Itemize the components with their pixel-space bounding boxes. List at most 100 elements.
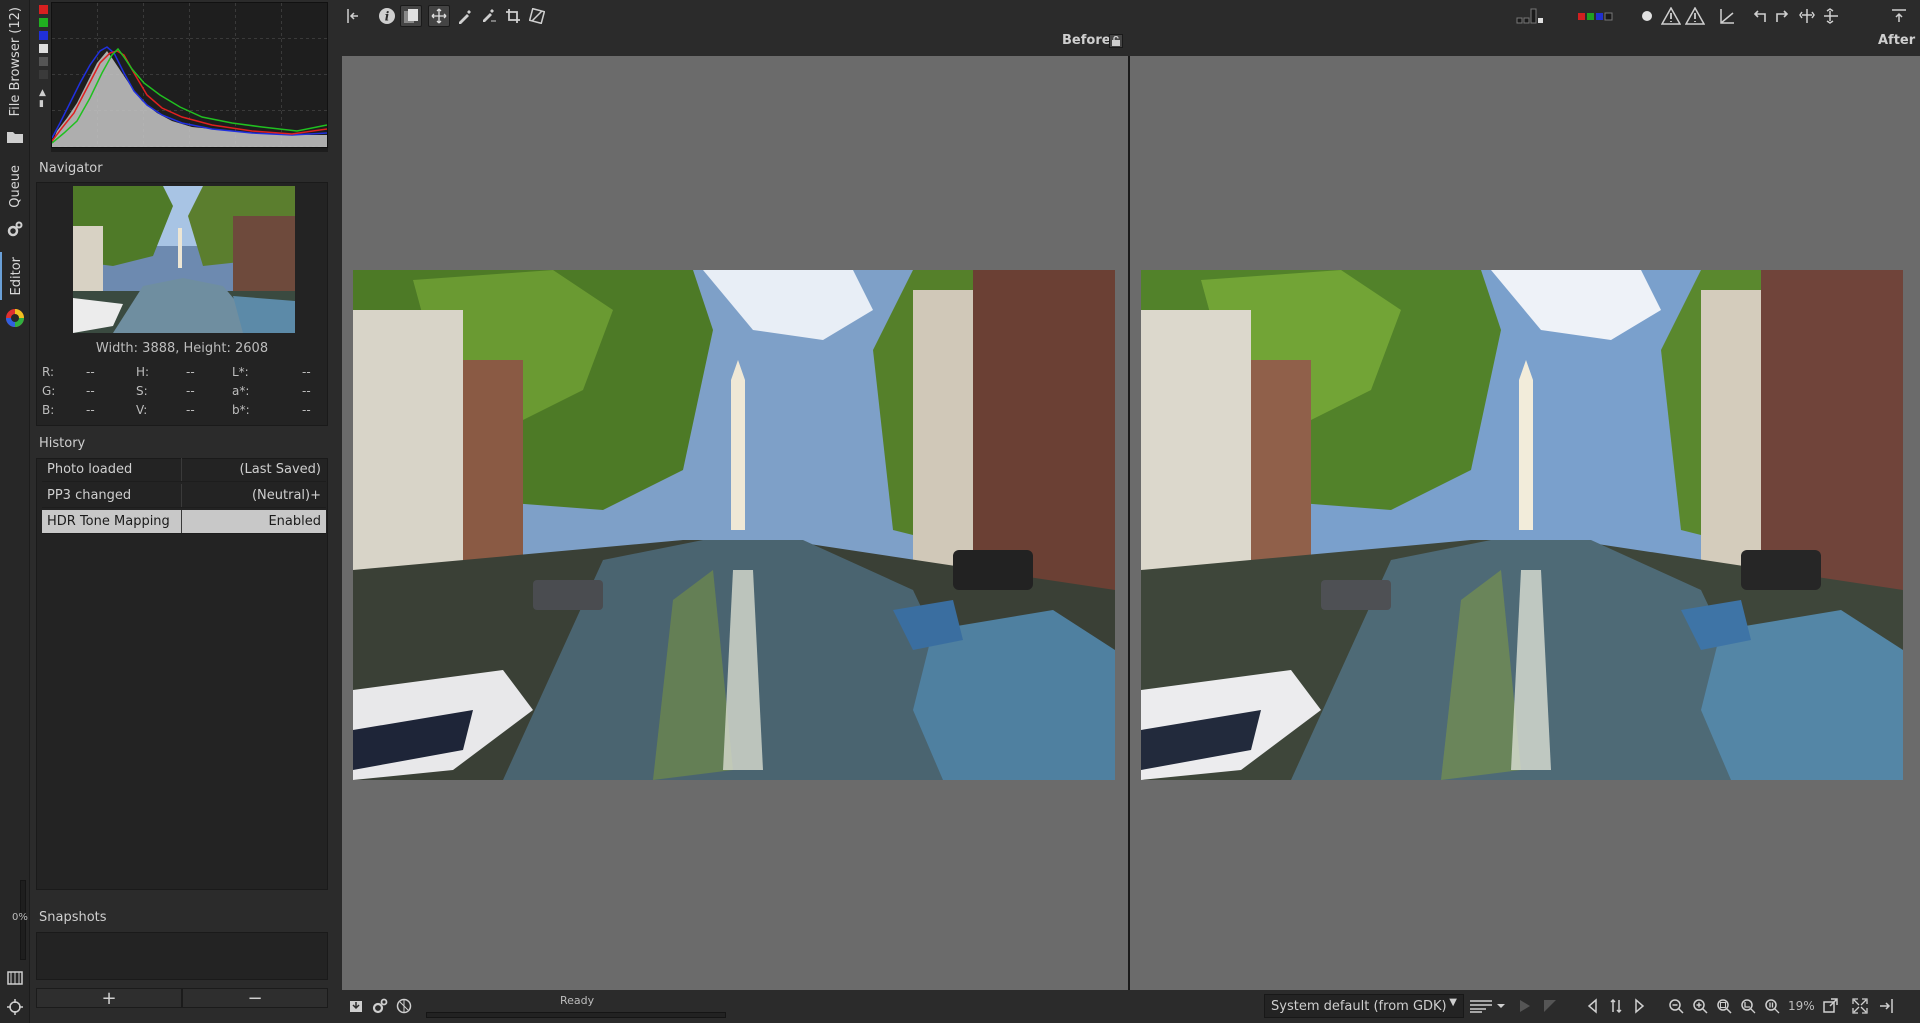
value-key: G:	[42, 383, 56, 398]
tab-file-browser[interactable]: File Browser (12)	[0, 2, 30, 122]
zoom-100-icon[interactable]	[1762, 996, 1782, 1016]
navigator-row: G: -- S: -- a*: --	[42, 381, 328, 400]
status-text: Ready	[560, 994, 595, 1007]
value-key: b*:	[232, 402, 250, 417]
hide-right-panel-icon[interactable]	[1876, 996, 1896, 1016]
tab-file-browser-label: File Browser (12)	[7, 7, 23, 117]
status-bar: Ready System default (from GDK) ▼ 19%	[336, 990, 1920, 1023]
next-image-icon[interactable]	[1628, 996, 1648, 1016]
value-val: --	[186, 383, 195, 398]
rotate-left-icon[interactable]	[1748, 5, 1770, 27]
white-balance-picker-icon[interactable]	[454, 5, 476, 27]
after-photo	[1141, 270, 1903, 780]
snapshots-list[interactable]	[36, 932, 328, 980]
gamut-check-icon[interactable]	[1540, 996, 1560, 1016]
hide-left-panel-icon[interactable]	[342, 5, 364, 27]
zoom-fit-icon[interactable]	[1714, 996, 1734, 1016]
red-channel-toggle[interactable]	[39, 5, 48, 14]
crop-icon[interactable]	[502, 5, 524, 27]
chroma-channel-toggle[interactable]	[39, 57, 48, 66]
navigator-dimensions: Width: 3888, Height: 2608	[95, 341, 269, 356]
folder-icon	[0, 126, 30, 148]
open-editor-icon[interactable]	[394, 996, 414, 1016]
monitor-profile-select[interactable]: System default (from GDK) ▼	[1264, 994, 1464, 1018]
value-key: a*:	[232, 383, 250, 398]
shadow-clipping-icon[interactable]	[1660, 5, 1682, 27]
progress-label: 0%	[12, 912, 28, 923]
blue-channel-toggle[interactable]	[39, 31, 48, 40]
before-label: Before	[1062, 33, 1111, 48]
new-detail-window-icon[interactable]	[1820, 996, 1840, 1016]
value-key: H:	[136, 364, 150, 379]
flip-vertical-icon[interactable]	[1820, 5, 1842, 27]
gears-icon	[0, 218, 30, 240]
value-key: L*:	[232, 364, 249, 379]
straighten-icon[interactable]	[526, 5, 548, 27]
move-icon[interactable]	[0, 996, 30, 1018]
vertical-tab-strip: File Browser (12) Queue Editor 0%	[0, 0, 30, 1023]
film-icon[interactable]	[0, 967, 30, 989]
history-row-selected[interactable]: HDR Tone Mapping Enabled	[42, 510, 326, 534]
perspective-icon[interactable]	[1716, 5, 1738, 27]
add-snapshot-button[interactable]: +	[36, 988, 182, 1009]
history-value: (Neutral)+	[251, 488, 321, 503]
histogram-mode-icon[interactable]: ▲ ▮	[39, 88, 48, 110]
status-progress-bar	[426, 1012, 726, 1018]
preview-layout-icon[interactable]	[1514, 5, 1560, 27]
history-row[interactable]: PP3 changed (Neutral)+	[42, 484, 326, 508]
history-title: History	[39, 436, 86, 451]
color-wheel-icon	[0, 307, 30, 329]
after-preview[interactable]	[1130, 56, 1920, 990]
luminance-channel-toggle[interactable]	[39, 44, 48, 53]
navigator-title: Navigator	[39, 161, 103, 176]
snapshots-title: Snapshots	[39, 910, 107, 925]
rendering-intent-icon[interactable]	[1468, 996, 1508, 1016]
focus-mask-icon[interactable]	[1636, 5, 1658, 27]
channel-preview-icon[interactable]	[1576, 5, 1624, 27]
navigator-row: B: -- V: -- b*: --	[42, 400, 328, 419]
zoom-in-icon[interactable]	[1690, 996, 1710, 1016]
before-photo	[353, 270, 1115, 780]
history-row[interactable]: Photo loaded (Last Saved)	[42, 458, 326, 482]
history-action: PP3 changed	[42, 484, 182, 507]
history-action: HDR Tone Mapping	[42, 510, 182, 533]
value-key: V:	[136, 402, 148, 417]
navigator-thumbnail[interactable]	[73, 186, 295, 333]
tab-editor[interactable]: Editor	[0, 252, 30, 300]
tab-queue-label: Queue	[7, 164, 23, 208]
previous-image-icon[interactable]	[1584, 996, 1604, 1016]
value-key: B:	[42, 402, 55, 417]
before-after-icon[interactable]	[400, 5, 422, 27]
save-image-icon[interactable]	[346, 996, 366, 1016]
fullscreen-icon[interactable]	[1850, 996, 1870, 1016]
green-channel-toggle[interactable]	[39, 18, 48, 27]
soft-proof-icon[interactable]	[1516, 996, 1536, 1016]
histogram	[51, 2, 328, 148]
zoom-out-icon[interactable]	[1666, 996, 1686, 1016]
lock-icon[interactable]	[1109, 34, 1123, 48]
history-value: (Last Saved)	[239, 462, 321, 477]
value-val: --	[86, 364, 95, 379]
hide-top-panel-icon[interactable]	[1888, 5, 1910, 27]
hand-tool-icon[interactable]	[428, 5, 450, 27]
remove-snapshot-button[interactable]: −	[182, 988, 328, 1009]
tab-queue[interactable]: Queue	[0, 158, 30, 214]
rotate-right-icon[interactable]	[1772, 5, 1794, 27]
zoom-fit-crop-icon[interactable]	[1738, 996, 1758, 1016]
value-val: --	[302, 383, 311, 398]
flip-horizontal-icon[interactable]	[1796, 5, 1818, 27]
value-val: --	[86, 383, 95, 398]
color-picker-icon[interactable]	[478, 5, 500, 27]
before-preview[interactable]	[342, 56, 1128, 990]
histogram-graph	[51, 3, 328, 147]
raw-histogram-toggle[interactable]	[39, 70, 48, 79]
chevron-down-icon: ▼	[1449, 997, 1457, 1008]
value-val: --	[86, 402, 95, 417]
top-toolbar: i	[336, 0, 1920, 31]
history-value: Enabled	[268, 514, 321, 529]
sync-to-browser-icon[interactable]	[1606, 996, 1626, 1016]
queue-gears-icon[interactable]	[370, 996, 390, 1016]
histogram-channel-buttons: ▲ ▮	[39, 2, 49, 114]
highlight-clipping-icon[interactable]	[1684, 5, 1706, 27]
info-icon[interactable]: i	[376, 5, 398, 27]
